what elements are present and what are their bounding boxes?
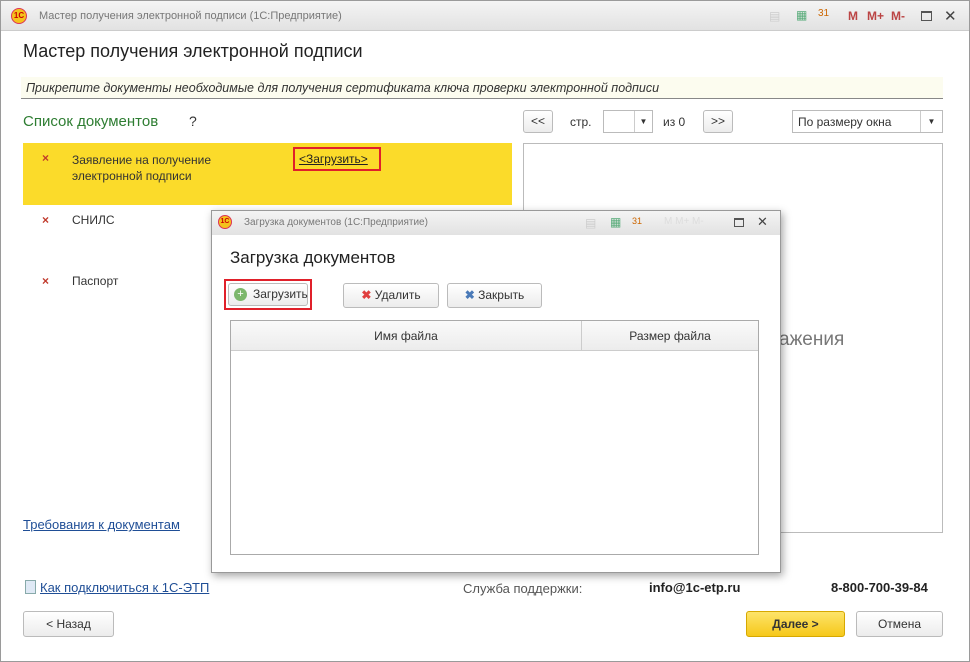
instruction-text: Прикрепите документы необходимые для пол… <box>26 81 660 95</box>
page-label: стр. <box>570 115 592 129</box>
calendar-icon[interactable]: 31 <box>818 8 829 19</box>
column-header-filesize[interactable]: Размер файла <box>582 329 758 343</box>
chevron-down-icon: ▼ <box>920 111 942 132</box>
close-button[interactable]: ✖ Закрыть <box>447 283 542 308</box>
prev-page-button[interactable]: << <box>523 110 553 133</box>
page-select[interactable]: ▼ <box>603 110 653 133</box>
back-button[interactable]: < Назад <box>23 611 114 637</box>
document-name[interactable]: СНИЛС <box>72 213 115 227</box>
maximize-icon[interactable] <box>734 218 744 227</box>
calendar-icon[interactable]: 31 <box>632 216 642 226</box>
delete-icon: ✖ <box>361 288 372 302</box>
close-icon[interactable]: ✕ <box>944 7 957 25</box>
documents-list-title: Список документов <box>23 113 159 130</box>
page-count: из 0 <box>663 115 686 129</box>
upload-link[interactable]: <Загрузить> <box>299 152 368 166</box>
howto-link[interactable]: Как подключиться к 1С-ЭТП <box>40 580 209 595</box>
next-button[interactable]: Далее > <box>746 611 845 637</box>
memory-plus-button[interactable]: M+ <box>867 9 884 23</box>
1c-logo-icon: 1С <box>11 8 27 24</box>
column-header-filename[interactable]: Имя файла <box>231 329 581 343</box>
preview-placeholder: ажения <box>779 329 845 350</box>
upload-dialog: 1С Загрузка документов (1С:Предприятие) … <box>211 210 781 573</box>
upload-button[interactable]: + Загрузить <box>228 283 308 306</box>
delete-button[interactable]: ✖ Удалить <box>343 283 439 308</box>
document-name: Заявление на получение электронной подпи… <box>72 153 212 183</box>
delete-label: Удалить <box>374 288 421 302</box>
upload-label: Загрузить <box>253 287 308 301</box>
calculator-icon[interactable]: ▦ <box>796 8 807 22</box>
document-name[interactable]: Паспорт <box>72 274 118 288</box>
files-table: Имя файла Размер файла <box>230 320 759 555</box>
close-icon: ✖ <box>464 288 475 302</box>
next-page-button[interactable]: >> <box>703 110 733 133</box>
window-title: Мастер получения электронной подписи (1С… <box>39 10 342 22</box>
calculator-icon[interactable]: ▦ <box>610 215 621 229</box>
maximize-icon[interactable] <box>921 11 932 21</box>
memory-minus-button[interactable]: M- <box>891 9 905 23</box>
close-icon[interactable]: ✕ <box>757 214 768 230</box>
missing-icon: × <box>42 151 50 165</box>
dialog-title-bar: 1С Загрузка документов (1С:Предприятие) … <box>212 211 780 235</box>
dialog-title: Загрузка документов (1С:Предприятие) <box>244 217 428 228</box>
support-email: info@1c-etp.ru <box>649 580 741 595</box>
missing-icon: × <box>42 274 50 288</box>
missing-icon: × <box>42 213 50 227</box>
close-label: Закрыть <box>478 288 525 302</box>
1c-logo-icon: 1С <box>218 215 232 229</box>
cancel-button[interactable]: Отмена <box>856 611 943 637</box>
memory-m-button[interactable]: M <box>848 9 858 23</box>
add-icon: + <box>234 288 247 301</box>
requirements-link[interactable]: Требования к документам <box>23 517 180 532</box>
title-bar: 1С Мастер получения электронной подписи … <box>1 1 969 31</box>
page-title: Мастер получения электронной подписи <box>23 41 363 61</box>
zoom-select[interactable]: По размеру окна ▼ <box>792 110 943 133</box>
zoom-value: По размеру окна <box>798 115 892 129</box>
support-label: Служба поддержки: <box>463 581 583 596</box>
document-icon <box>25 580 36 594</box>
document-icon[interactable]: ▤ <box>585 216 596 230</box>
memory-buttons: M M+ M- <box>664 216 704 227</box>
document-icon[interactable]: ▤ <box>769 9 780 23</box>
help-icon[interactable]: ? <box>189 113 197 129</box>
support-phone: 8-800-700-39-84 <box>831 580 928 595</box>
chevron-down-icon: ▼ <box>634 111 652 132</box>
dialog-heading: Загрузка документов <box>230 248 396 267</box>
